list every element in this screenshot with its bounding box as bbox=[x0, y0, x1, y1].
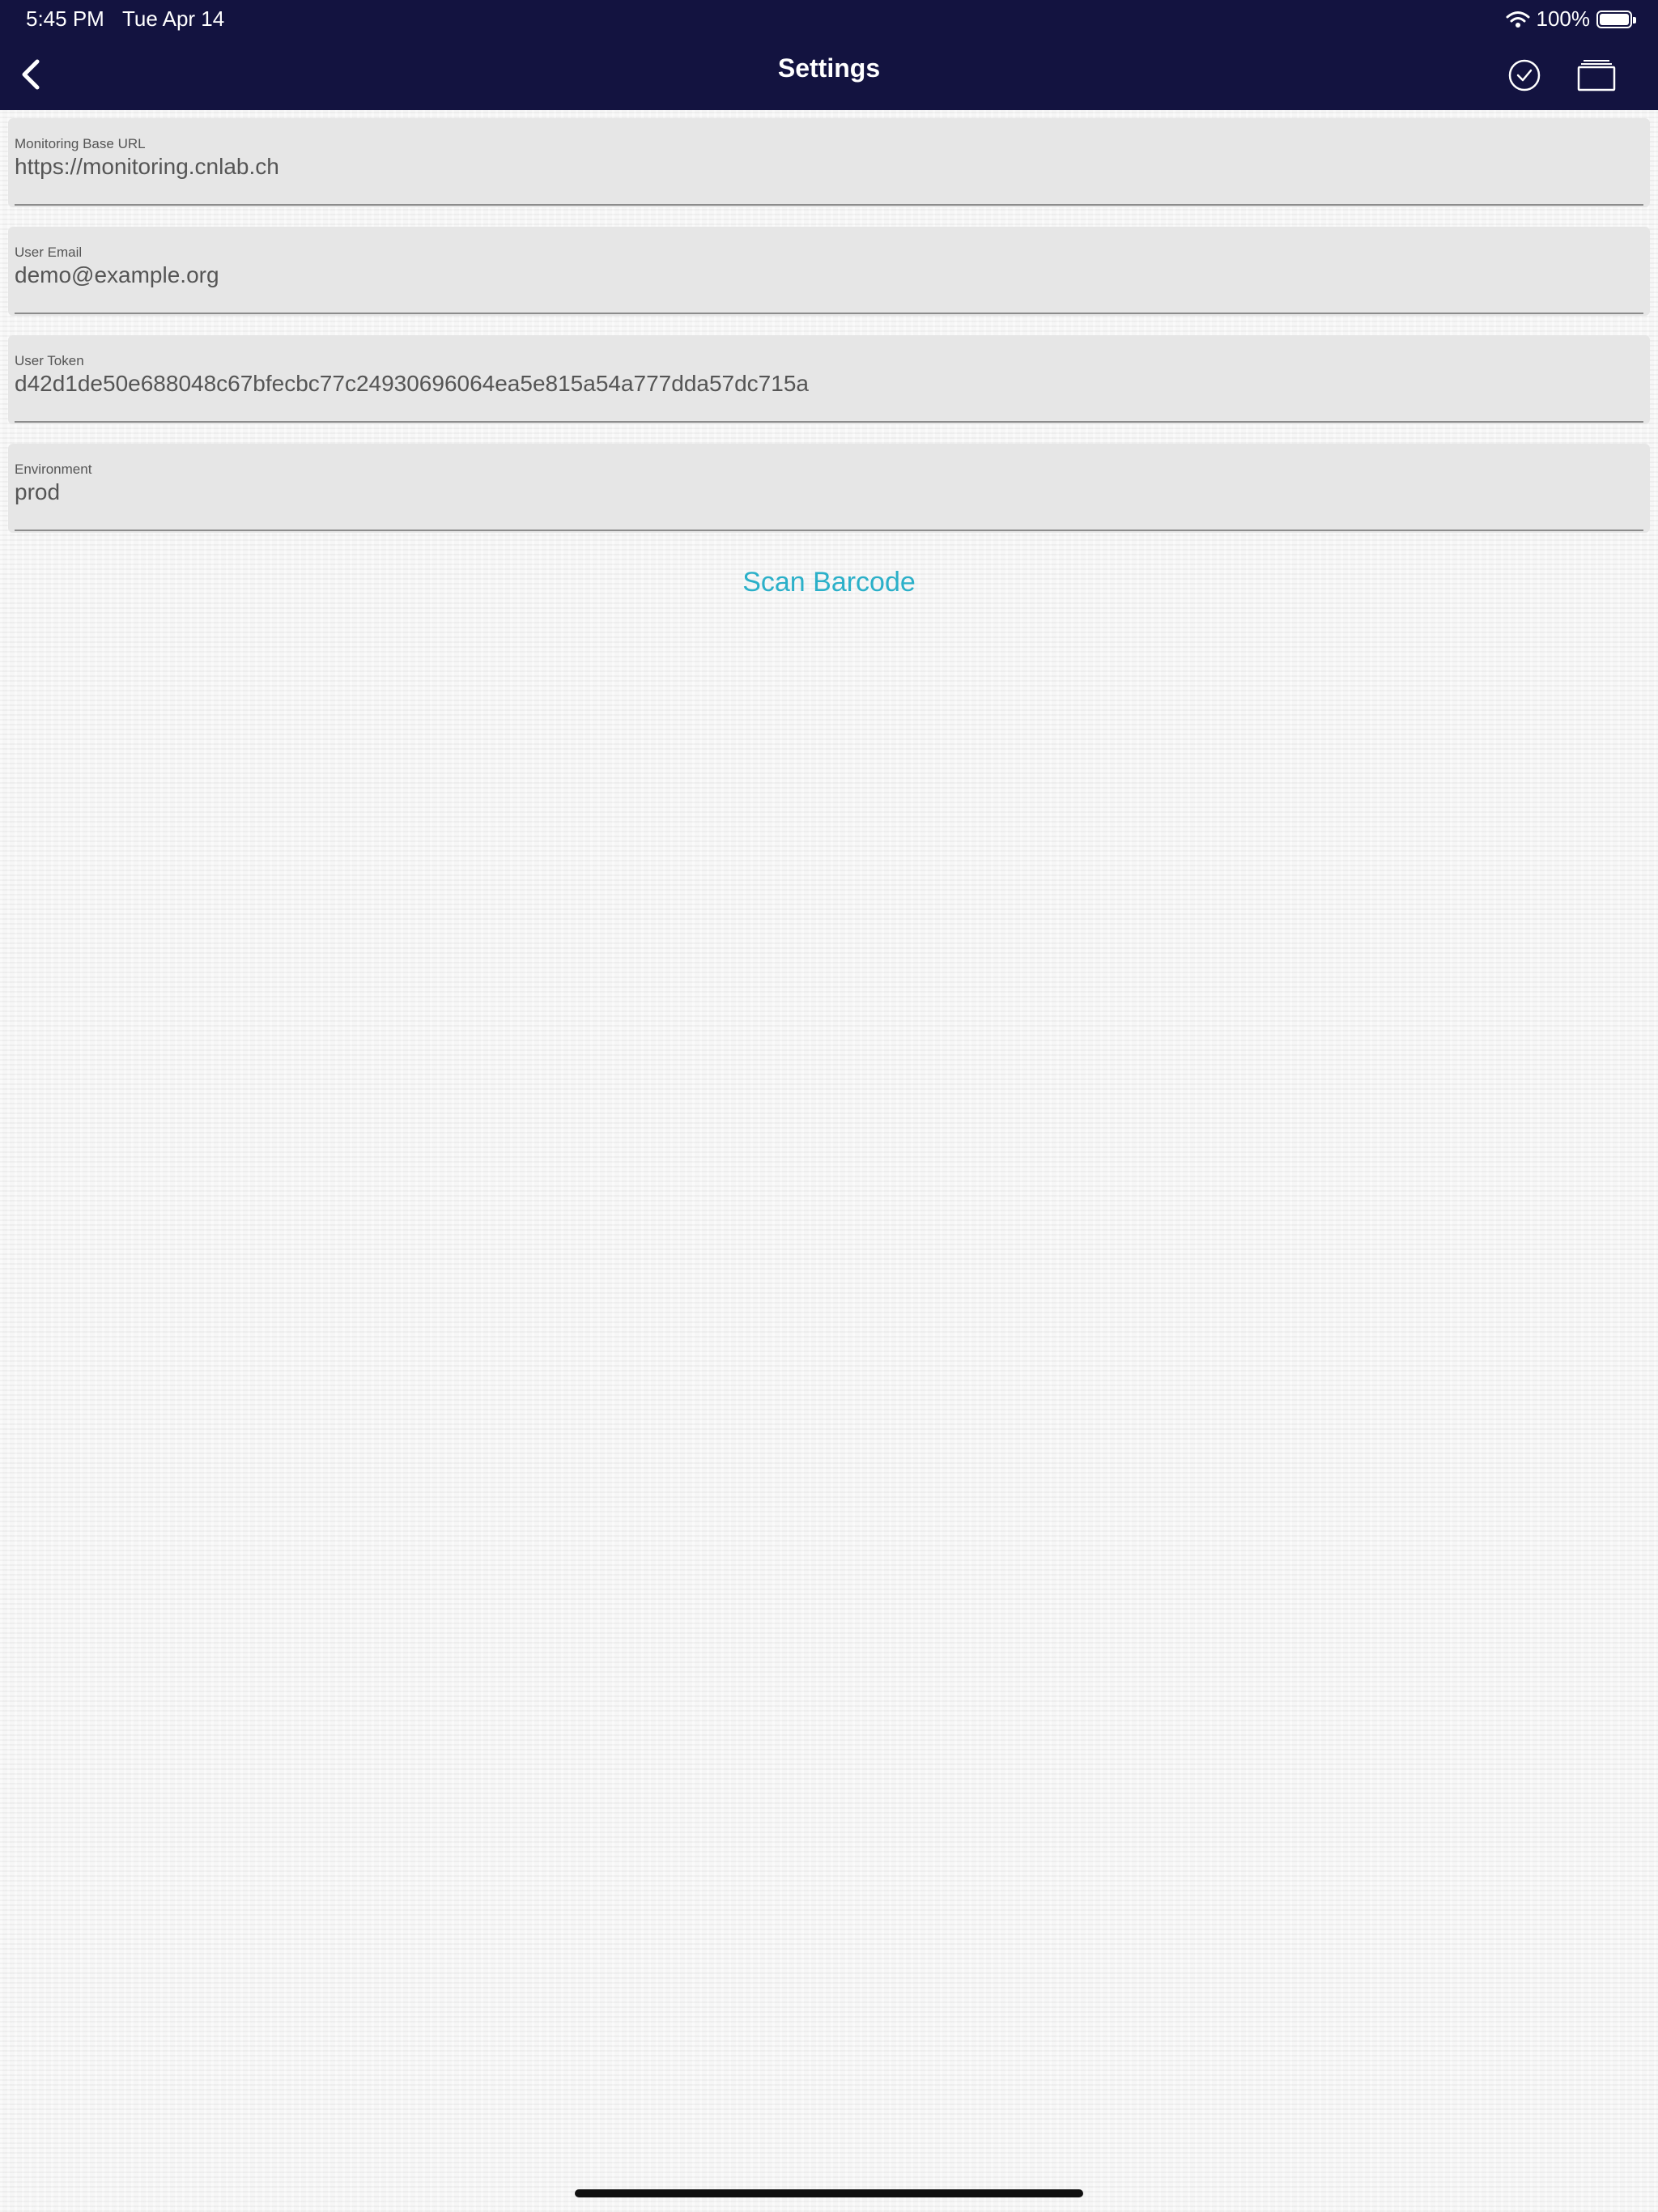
user-token-field[interactable]: User Token d42d1de50e688048c67bfecbc77c2… bbox=[8, 335, 1650, 424]
field-underline bbox=[15, 204, 1643, 206]
checkmark-circle-icon[interactable] bbox=[1507, 58, 1541, 92]
field-underline bbox=[15, 421, 1643, 423]
field-label: Monitoring Base URL bbox=[15, 136, 146, 151]
field-value[interactable]: demo@example.org bbox=[15, 262, 219, 288]
field-underline bbox=[15, 313, 1643, 314]
field-underline bbox=[15, 530, 1643, 531]
wifi-icon bbox=[1506, 11, 1529, 28]
stacked-cards-icon[interactable] bbox=[1577, 58, 1616, 92]
page-title: Settings bbox=[777, 53, 881, 83]
status-time: 5:45 PM bbox=[26, 6, 104, 31]
environment-field[interactable]: Environment prod bbox=[8, 444, 1650, 533]
home-indicator[interactable] bbox=[575, 2189, 1083, 2197]
field-label: User Email bbox=[15, 245, 83, 260]
field-label: Environment bbox=[15, 462, 92, 477]
status-date: Tue Apr 14 bbox=[122, 6, 225, 31]
status-right: 100% bbox=[1506, 6, 1636, 32]
field-value[interactable]: d42d1de50e688048c67bfecbc77c24930696064e… bbox=[15, 371, 809, 397]
scan-barcode-button[interactable]: Scan Barcode bbox=[0, 567, 1658, 598]
monitoring-base-url-field[interactable]: Monitoring Base URL https://monitoring.c… bbox=[8, 118, 1650, 207]
battery-icon bbox=[1596, 10, 1636, 28]
status-bar: 5:45 PM Tue Apr 14 100% bbox=[0, 0, 1658, 37]
field-value[interactable]: https://monitoring.cnlab.ch bbox=[15, 154, 279, 180]
battery-percent: 100% bbox=[1536, 6, 1591, 31]
navigation-bar: 5:45 PM Tue Apr 14 100% Settings bbox=[0, 0, 1658, 110]
user-email-field[interactable]: User Email demo@example.org bbox=[8, 227, 1650, 316]
field-value[interactable]: prod bbox=[15, 479, 60, 505]
field-label: User Token bbox=[15, 353, 84, 368]
